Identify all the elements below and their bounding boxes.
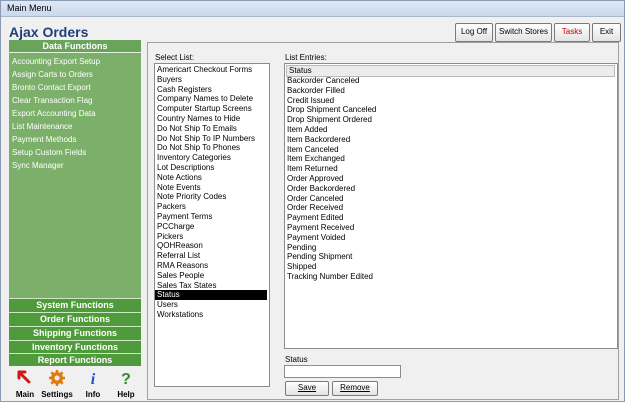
red-arrow-icon — [17, 370, 31, 384]
entry-row[interactable]: Order Approved — [287, 174, 343, 184]
bottom-nav: Main Settings i Info ? Help — [9, 366, 141, 401]
remove-label: Remove — [340, 383, 370, 392]
list-item[interactable]: Payment Terms — [157, 212, 212, 222]
data-functions-header[interactable]: Data Functions — [9, 40, 141, 53]
sidebar-item[interactable]: Clear Transaction Flag — [12, 94, 92, 107]
window-title: Main Menu — [7, 3, 52, 13]
sidebar-item[interactable]: Setup Custom Fields — [12, 146, 86, 159]
entry-row[interactable]: Item Returned — [287, 164, 338, 174]
shipping-functions-section[interactable]: Shipping Functions — [9, 326, 141, 340]
select-list-box[interactable]: Americart Checkout Forms Buyers Cash Reg… — [154, 63, 270, 387]
list-item[interactable]: Computer Startup Screens — [157, 104, 252, 114]
gear-icon — [49, 370, 65, 386]
info-icon: i — [91, 371, 96, 387]
status-field-label: Status — [285, 355, 308, 364]
entry-row[interactable]: Item Added — [287, 125, 327, 135]
remove-button[interactable]: Remove — [332, 381, 378, 396]
help-nav-label: Help — [117, 390, 135, 399]
entry-row[interactable]: Payment Voided — [287, 233, 345, 243]
list-item[interactable]: Note Priority Codes — [157, 192, 226, 202]
entry-row[interactable]: Backorder Canceled — [287, 76, 359, 86]
entry-row[interactable]: Pending Shipment — [287, 252, 352, 262]
entry-row[interactable]: Pending — [287, 243, 316, 253]
help-nav-button[interactable]: ? Help — [110, 366, 142, 401]
entry-row[interactable]: Item Exchanged — [287, 154, 345, 164]
sidebar-item[interactable]: Sync Manager — [12, 159, 64, 172]
main-nav-button[interactable]: Main — [9, 366, 41, 401]
list-item[interactable]: Do Not Ship To Phones — [157, 143, 240, 153]
info-nav-button[interactable]: i Info — [77, 366, 109, 401]
entry-row[interactable]: Shipped — [287, 262, 316, 272]
entry-row[interactable]: Backorder Filled — [287, 86, 345, 96]
entry-row[interactable]: Drop Shipment Ordered — [287, 115, 372, 125]
entry-row[interactable]: Credit Issued — [287, 96, 334, 106]
list-item[interactable]: Company Names to Delete — [157, 94, 253, 104]
entry-row[interactable]: Drop Shipment Canceled — [287, 105, 376, 115]
list-item[interactable]: RMA Reasons — [157, 261, 208, 271]
sidebar-item[interactable]: Bronto Contact Export — [12, 81, 91, 94]
list-item[interactable]: QOHReason — [157, 241, 203, 251]
list-item[interactable]: Americart Checkout Forms — [157, 65, 252, 75]
list-item[interactable]: Inventory Categories — [157, 153, 231, 163]
list-item[interactable]: Users — [157, 300, 178, 310]
entry-row[interactable]: Payment Edited — [287, 213, 343, 223]
list-item[interactable]: Packers — [157, 202, 186, 212]
svg-text:i: i — [91, 371, 96, 387]
save-label: Save — [297, 383, 317, 392]
app-title: Ajax Orders — [9, 24, 89, 40]
list-item[interactable]: PCCharge — [157, 222, 194, 232]
list-item[interactable]: Buyers — [157, 75, 182, 85]
select-list-label: Select List: — [155, 53, 195, 62]
list-item[interactable]: Note Actions — [157, 173, 202, 183]
system-functions-section[interactable]: System Functions — [9, 298, 141, 312]
sidebar-item[interactable]: Payment Methods — [12, 133, 76, 146]
info-nav-label: Info — [85, 390, 101, 399]
order-functions-section[interactable]: Order Functions — [9, 312, 141, 326]
save-button[interactable]: Save — [285, 381, 329, 396]
list-item[interactable]: Do Not Ship To Emails — [157, 124, 237, 134]
list-item[interactable]: Country Names to Hide — [157, 114, 240, 124]
main-nav-label: Main — [15, 390, 35, 399]
list-entries-box[interactable]: Status Backorder Canceled Backorder Fill… — [284, 63, 618, 349]
entry-row[interactable]: Payment Received — [287, 223, 354, 233]
list-item[interactable]: Workstations — [157, 310, 203, 320]
status-input[interactable] — [284, 365, 401, 378]
switch-stores-button[interactable]: Switch Stores — [495, 23, 552, 42]
list-item[interactable]: Sales Tax States — [157, 281, 216, 291]
logoff-button[interactable]: Log Off — [455, 23, 493, 42]
main-window: Main Menu Ajax Orders Log Off Switch Sto… — [0, 0, 625, 402]
list-item[interactable]: Pickers — [157, 232, 183, 242]
inventory-functions-section[interactable]: Inventory Functions — [9, 340, 141, 354]
list-entries-label: List Entries: — [285, 53, 327, 62]
sidebar-item[interactable]: Export Accounting Data — [12, 107, 96, 120]
settings-nav-button[interactable]: Settings — [41, 366, 73, 401]
list-item[interactable]: Note Events — [157, 183, 201, 193]
list-item[interactable]: Do Not Ship To IP Numbers — [157, 134, 255, 144]
entry-row[interactable]: Item Backordered — [287, 135, 350, 145]
list-item[interactable]: Referral List — [157, 251, 200, 261]
settings-nav-label: Settings — [41, 390, 73, 399]
list-item[interactable]: Lot Descriptions — [157, 163, 214, 173]
report-functions-section[interactable]: Report Functions — [9, 353, 141, 367]
sidebar-item[interactable]: List Maintenance — [12, 120, 72, 133]
entry-row[interactable]: Item Canceled — [287, 145, 339, 155]
entry-row[interactable]: Order Backordered — [287, 184, 355, 194]
sidebar-item[interactable]: Accounting Export Setup — [12, 55, 100, 68]
entry-row[interactable]: Order Canceled — [287, 194, 343, 204]
sidebar-item[interactable]: Assign Carts to Orders — [12, 68, 93, 81]
entry-row[interactable]: Order Received — [287, 203, 343, 213]
question-mark-icon: ? — [121, 371, 131, 387]
title-bar: Main Menu — [1, 1, 624, 17]
list-item[interactable]: Sales People — [157, 271, 204, 281]
list-item[interactable]: Cash Registers — [157, 85, 212, 95]
svg-text:?: ? — [121, 371, 131, 387]
list-item-selected[interactable]: Status — [155, 290, 267, 301]
sidebar: Data Functions Accounting Export Setup A… — [9, 40, 141, 367]
exit-button[interactable]: Exit — [592, 23, 621, 42]
tasks-button[interactable]: Tasks — [554, 23, 590, 42]
list-maintenance-panel: Select List: Americart Checkout Forms Bu… — [147, 42, 619, 400]
entry-row[interactable]: Tracking Number Edited — [287, 272, 373, 282]
